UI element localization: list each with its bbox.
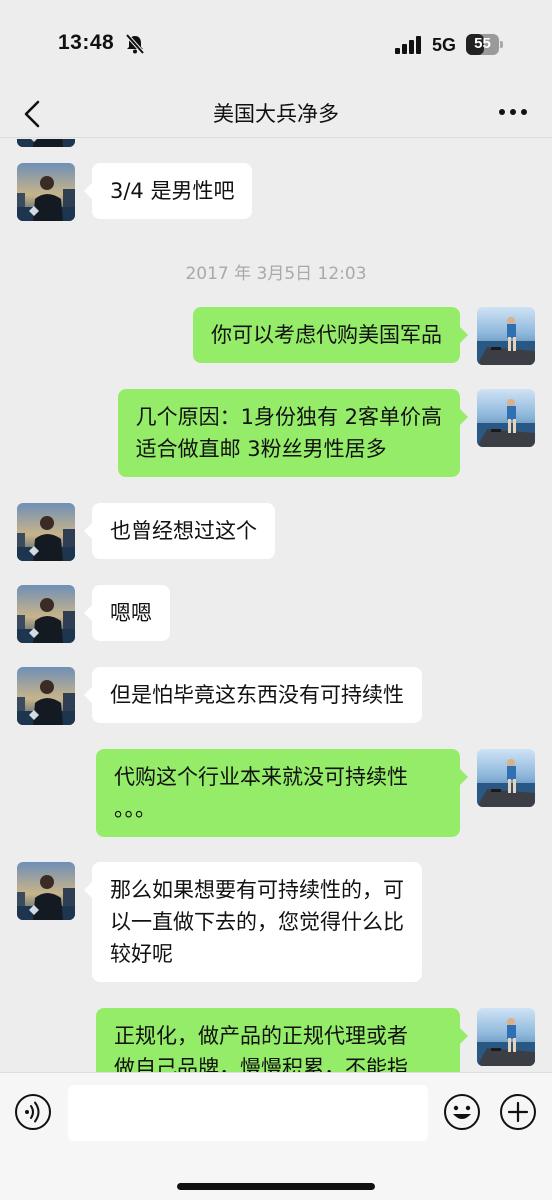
chat-title: 美国大兵净多: [213, 102, 339, 126]
status-bar: 13:48 5G 55: [0, 0, 552, 90]
message-line: 。。。: [114, 797, 156, 821]
message-timestamp: 2017 年 3月5日 12:03: [185, 264, 367, 284]
contact-avatar[interactable]: [17, 585, 75, 643]
signal-icon: [395, 36, 421, 54]
user-avatar[interactable]: [477, 307, 535, 365]
voice-icon[interactable]: [14, 1093, 52, 1131]
message-text: 嗯嗯: [110, 601, 152, 625]
received-message[interactable]: 3/4 是男性吧: [83, 163, 253, 219]
received-message[interactable]: 但是怕毕竟这东西没有可持续性: [84, 667, 422, 723]
input-bar: [0, 1072, 552, 1200]
contact-avatar[interactable]: [17, 163, 75, 221]
received-message[interactable]: 也曾经想过这个: [84, 503, 275, 559]
message-line: 那么如果想要有可持续性的，可: [110, 878, 404, 902]
user-avatar[interactable]: [477, 1008, 535, 1066]
battery-icon: 55: [466, 34, 504, 55]
user-avatar[interactable]: [477, 389, 535, 447]
message-line: 以一直做下去的，您觉得什么比: [110, 910, 404, 934]
more-dots-icon[interactable]: [498, 106, 528, 118]
message-input[interactable]: [68, 1085, 428, 1141]
message-line: 几个原因：1身份独有 2客单价高: [135, 405, 442, 429]
contact-avatar[interactable]: [17, 862, 75, 920]
message-text: 你可以考虑代购美国军品: [211, 323, 442, 347]
message-text: 但是怕毕竟这东西没有可持续性: [110, 683, 404, 707]
sent-message[interactable]: 正规化，做产品的正规代理或者 做自己品牌，慢慢积累，不能指: [96, 1008, 468, 1072]
message-text: 3/4 是男性吧: [110, 179, 235, 203]
received-message[interactable]: 那么如果想要有可持续性的，可 以一直做下去的，您觉得什么比 较好呢: [84, 862, 422, 982]
plus-icon[interactable]: [499, 1093, 537, 1131]
message-line: 较好呢: [110, 942, 173, 966]
home-indicator: [177, 1183, 375, 1190]
message-line: 正规化，做产品的正规代理或者: [114, 1024, 408, 1048]
message-line: 适合做直邮 3粉丝男性居多: [135, 437, 387, 461]
message-text: 也曾经想过这个: [110, 519, 257, 543]
sent-message[interactable]: 几个原因：1身份独有 2客单价高 适合做直邮 3粉丝男性居多: [117, 389, 469, 477]
sent-message[interactable]: 代购这个行业本来就没可持续性 。。。: [96, 749, 468, 837]
contact-avatar[interactable]: [17, 139, 75, 147]
contact-avatar[interactable]: [17, 667, 75, 725]
status-time: 13:48: [58, 31, 115, 54]
message-list[interactable]: 3/4 是男性吧 2017 年 3月5日 12:03 你可以考虑代购美国军品 几…: [0, 139, 552, 1072]
message-line: 代购这个行业本来就没可持续性: [114, 765, 408, 789]
network-label: 5G: [432, 35, 457, 55]
received-message[interactable]: 嗯嗯: [84, 585, 170, 641]
sent-message[interactable]: 你可以考虑代购美国军品: [193, 307, 468, 363]
emoji-icon[interactable]: [443, 1093, 481, 1131]
user-avatar[interactable]: [477, 749, 535, 807]
contact-avatar[interactable]: [17, 503, 75, 561]
chat-header: 美国大兵净多: [0, 90, 552, 138]
battery-percent: 55: [474, 35, 491, 52]
message-line: 做自己品牌，慢慢积累，不能指: [114, 1056, 408, 1072]
bell-muted-icon: [125, 34, 145, 54]
